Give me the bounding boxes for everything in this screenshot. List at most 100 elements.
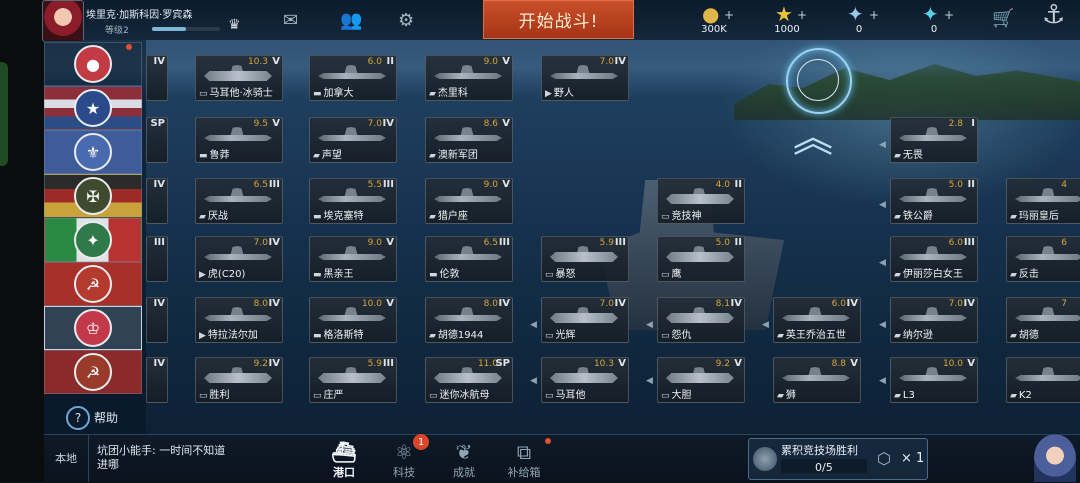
ship-tier: 7.0 — [948, 299, 963, 309]
ship-card[interactable]: 7.0 IV ▰ 纳尔逊 — [890, 297, 978, 343]
ship-card[interactable]: 9.0 V ▬ 黑亲王 — [309, 236, 397, 282]
friends-icon[interactable]: 👥 — [340, 10, 362, 31]
ship-name: ▭ 怨仇 — [661, 330, 692, 341]
star-value: 1000 — [774, 24, 800, 35]
nav-achievement[interactable]: ❦ 成就 — [434, 440, 494, 480]
ship-card[interactable]: 7 ▰ 胡德 — [1006, 297, 1080, 343]
arena-progress: 0/5 — [815, 461, 833, 474]
ship-card-partial[interactable]: IV — [146, 178, 168, 224]
nav-harbor[interactable]: ⛴ 港口 — [314, 440, 374, 480]
ship-card[interactable]: 9.2 V ▭ 大胆 — [657, 357, 745, 403]
carrier-type-icon: ▭ — [545, 391, 554, 401]
ship-class-label: II — [734, 237, 742, 248]
ship-hull-icon — [318, 135, 386, 141]
settings-gear-icon[interactable]: ⚙ — [398, 10, 414, 31]
ship-class-label: IV — [153, 358, 165, 369]
cyan-gem-resource[interactable]: ✦ + 0 — [904, 0, 964, 40]
ship-card[interactable]: 5.9 III ▭ 庄严 — [309, 357, 397, 403]
start-battle-button[interactable]: 开始战斗! — [483, 0, 634, 39]
compass-icon[interactable] — [786, 48, 852, 114]
ship-card-partial[interactable]: IV — [146, 297, 168, 343]
help-icon[interactable]: ? — [66, 406, 90, 430]
ship-card[interactable]: 7.0 IV ▶ 虎(C20) — [195, 236, 283, 282]
ship-card[interactable]: 9.0 V ▰ 猎户座 — [425, 178, 513, 224]
japan-emblem-icon: ● — [74, 45, 112, 83]
ship-hull-icon — [1015, 196, 1080, 202]
ship-class-label: V — [734, 358, 742, 369]
ship-card[interactable]: 6.5 III ▰ 厌战 — [195, 178, 283, 224]
ship-hull-icon — [666, 194, 734, 204]
ship-tier: 7.0 — [367, 119, 382, 129]
nation-tab-other[interactable]: ☭ — [44, 350, 142, 394]
ship-card[interactable]: 11.0 SP ▭ 迷你冰航母 — [425, 357, 513, 403]
local-chat-tab[interactable]: 本地 — [44, 434, 89, 482]
help-label[interactable]: 帮助 — [94, 409, 118, 426]
anchor-icon[interactable]: ⚓ — [1042, 0, 1065, 30]
ship-card-partial[interactable]: IV — [146, 357, 168, 403]
ship-card[interactable]: 6.0 II ▬ 加拿大 — [309, 55, 397, 101]
ship-name: ▬ 埃克塞特 — [313, 211, 364, 222]
tree-arrow-icon: ◀ — [530, 376, 537, 386]
ship-card[interactable]: 6.0 IV ▰ 英王乔治五世 — [773, 297, 861, 343]
nation-tab-soviet[interactable]: ☭ — [44, 262, 142, 306]
ship-card-partial[interactable]: SP — [146, 117, 168, 163]
carrier-type-icon: ▭ — [199, 89, 208, 99]
ship-card[interactable]: 5.0 II ▭ 鹰 — [657, 236, 745, 282]
ship-card[interactable]: 10.0 V ▰ L3 — [890, 357, 978, 403]
ship-card[interactable]: 5.0 II ▰ 铁公爵 — [890, 178, 978, 224]
ship-card[interactable]: 6.5 III ▬ 伦敦 — [425, 236, 513, 282]
ship-card[interactable]: 9.0 V ▰ 杰里科 — [425, 55, 513, 101]
ship-card[interactable]: 8.6 V ▰ 澳新军团 — [425, 117, 513, 163]
ship-card[interactable]: 9.5 V ▬ 鲁莽 — [195, 117, 283, 163]
nation-tab-italy[interactable]: ✦ — [44, 218, 142, 262]
ship-hull-icon — [204, 135, 272, 141]
nation-sidebar: ● ★ ⚜ ✠ ✦ ☭ ♔ ☭ — [44, 40, 146, 434]
nation-tab-france[interactable]: ⚜ — [44, 130, 142, 174]
chevron-up-icon[interactable]: ︽ — [784, 118, 842, 180]
ship-card[interactable]: 6 ▰ 反击 — [1006, 236, 1080, 282]
arena-wins-panel[interactable]: 累积竞技场胜利 0/5 ⬡ × 1 — [748, 438, 928, 480]
chat-message[interactable]: 坑团小能手: 一时间不知道进哪 — [97, 444, 227, 472]
ship-card[interactable]: 4 ▰ 玛丽皇后 — [1006, 178, 1080, 224]
ship-card[interactable]: 8.0 IV ▶ 特拉法尔加 — [195, 297, 283, 343]
nav-supply[interactable]: ⧉ 补给箱 — [494, 440, 554, 480]
ship-card-partial[interactable]: III — [146, 236, 168, 282]
ship-card[interactable]: 7.0 IV ▭ 光辉 — [541, 297, 629, 343]
ship-card[interactable]: 5.9 III ▭ 暴怒 — [541, 236, 629, 282]
blue-gem-resource[interactable]: ✦ + 0 — [829, 0, 889, 40]
ship-card[interactable]: 7.0 IV ▶ 野人 — [541, 55, 629, 101]
player-avatar[interactable] — [42, 0, 84, 42]
mail-icon[interactable]: ✉ — [283, 10, 298, 31]
ship-card[interactable]: ▰ K2 — [1006, 357, 1080, 403]
captain-avatar[interactable] — [1034, 434, 1076, 482]
carrier-type-icon: ▭ — [313, 391, 322, 401]
ship-card-partial[interactable]: IV — [146, 55, 168, 101]
nation-tab-usa[interactable]: ★ — [44, 86, 142, 130]
ship-card[interactable]: 8.0 IV ▰ 胡德1944 — [425, 297, 513, 343]
ship-card[interactable]: 8.8 V ▰ 狮 — [773, 357, 861, 403]
ship-tier: 8.0 — [253, 299, 268, 309]
ship-name: ▶ 虎(C20) — [199, 269, 246, 280]
ship-card[interactable]: 6.0 III ▰ 伊丽莎白女王 — [890, 236, 978, 282]
nation-tab-germany[interactable]: ✠ — [44, 174, 142, 218]
ship-silhouette-icon — [1041, 367, 1055, 376]
ship-card[interactable]: 7.0 IV ▰ 声望 — [309, 117, 397, 163]
ship-card[interactable]: 10.0 V ▬ 格洛斯特 — [309, 297, 397, 343]
ship-hull-icon — [782, 315, 850, 321]
star-resource[interactable]: ★ + 1000 — [757, 0, 817, 40]
shop-cart-icon[interactable]: 🛒 — [992, 8, 1014, 29]
nation-tab-uk[interactable]: ♔ — [44, 306, 142, 350]
ship-card[interactable]: 4.0 II ▭ 竞技神 — [657, 178, 745, 224]
ship-card[interactable]: 9.2 IV ▭ 胜利 — [195, 357, 283, 403]
ship-card[interactable]: 10.3 V ▭ 马耳他 — [541, 357, 629, 403]
gold-resource[interactable]: ● + 300K — [684, 0, 744, 40]
ship-name: ▭ 胜利 — [199, 390, 230, 401]
ship-hull-icon — [318, 254, 386, 260]
ship-card[interactable]: 2.8 I ▰ 无畏 — [890, 117, 978, 163]
ship-hull-icon — [1015, 254, 1080, 260]
ship-card[interactable]: 8.1 IV ▭ 怨仇 — [657, 297, 745, 343]
ship-card[interactable]: 5.5 III ▬ 埃克塞特 — [309, 178, 397, 224]
battleship-type-icon: ▰ — [1010, 212, 1017, 222]
ship-card[interactable]: 10.3 V ▭ 马耳他·冰骑士 — [195, 55, 283, 101]
destroyer-type-icon: ▶ — [199, 331, 206, 341]
